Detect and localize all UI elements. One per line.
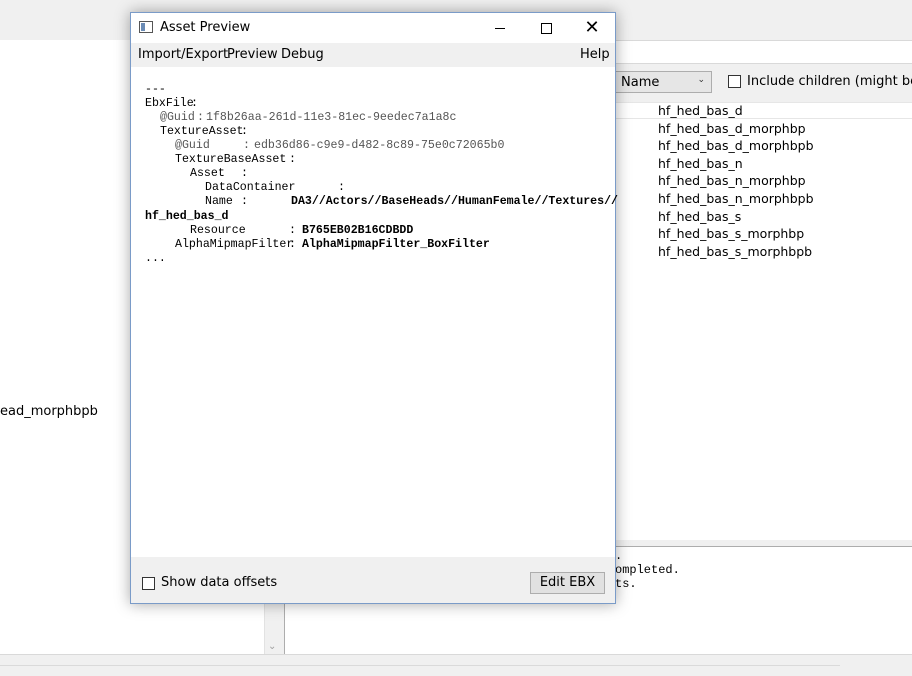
colon: : [241, 125, 248, 138]
menu-import-export[interactable]: Import/Export [138, 47, 228, 62]
asset-list-item[interactable]: hf_hed_bas_s_morphbp [658, 226, 804, 241]
menu-help[interactable]: Help [580, 47, 610, 62]
show-data-offsets-checkbox[interactable] [142, 577, 155, 590]
alpha-mipmap-filter-value: AlphaMipmapFilter_BoxFilter [302, 238, 490, 251]
search-bar-strip[interactable] [612, 40, 912, 64]
colon: : [289, 224, 296, 237]
log-line: ts. [615, 577, 637, 591]
yaml-start-marker: --- [145, 83, 166, 96]
include-children-checkbox[interactable] [728, 75, 741, 88]
colon: : [243, 139, 250, 152]
dialog-footer: Show data offsets Edit EBX [131, 557, 615, 603]
sort-select-value: Name [621, 75, 660, 90]
resource-value: B765EB02B16CDBDD [302, 224, 414, 237]
asset-list: hf_hed_bas_d hf_hed_bas_d_morphbp hf_hed… [612, 102, 912, 540]
asset-preview-dialog: Asset Preview ✕ Import/Export Preview De… [130, 12, 618, 604]
asset-list-item[interactable]: hf_hed_bas_n [658, 156, 743, 171]
ebx-guid-key: @Guid [160, 111, 195, 124]
ebxfile-key: EbxFile [145, 97, 194, 110]
edit-ebx-button[interactable]: Edit EBX [530, 572, 605, 594]
asset-list-item[interactable]: hf_hed_bas_s [658, 209, 741, 224]
name-value-continued: hf_hed_bas_d [145, 210, 229, 223]
status-bar-divider [0, 665, 840, 666]
close-button[interactable]: ✕ [569, 13, 615, 43]
dialog-titlebar[interactable]: Asset Preview ✕ [131, 13, 615, 43]
colon: : [338, 181, 345, 194]
colon: : [191, 97, 198, 110]
maximize-button[interactable] [523, 13, 569, 43]
asset-list-item[interactable]: hf_hed_bas_s_morphbpb [658, 244, 812, 259]
colon: : [289, 238, 296, 251]
sort-select[interactable]: Name ⌄ [612, 71, 712, 93]
log-line: . [615, 549, 623, 563]
asset-list-item[interactable]: hf_hed_bas_d [612, 102, 912, 119]
include-children-label: Include children (might be slow [747, 74, 912, 89]
maximize-icon [540, 23, 552, 34]
name-value: DA3//Actors//BaseHeads//HumanFemale//Tex… [291, 195, 618, 208]
texture-asset-guid-key: @Guid [175, 139, 210, 152]
log-line: ompleted. [615, 563, 680, 577]
resource-key: Resource [190, 224, 246, 237]
asset-list-item[interactable]: hf_hed_bas_n_morphbpb [658, 191, 814, 206]
minimize-button[interactable] [477, 13, 523, 43]
colon: : [241, 167, 248, 180]
menu-debug[interactable]: Debug [281, 47, 324, 62]
colon: : [197, 111, 204, 124]
alpha-mipmap-filter-key: AlphaMipmapFilter [175, 238, 294, 251]
data-container-key: DataContainer [205, 181, 296, 194]
texture-asset-guid-value: edb36d86-c9e9-d482-8c89-75e0c72065b0 [254, 139, 505, 152]
minimize-icon [495, 28, 505, 29]
colon: : [289, 153, 296, 166]
window-app-icon [139, 21, 153, 33]
asset-list-item[interactable]: hf_hed_bas_d_morphbp [658, 121, 806, 136]
chevron-down-icon: ⌄ [697, 75, 705, 85]
asset-preview-text[interactable]: --- EbxFile : @Guid : 1f8b26aa-261d-11e3… [131, 67, 618, 557]
asset-list-item[interactable]: hf_hed_bas_d_morphbpb [658, 138, 814, 153]
colon: : [241, 195, 248, 208]
asset-list-item[interactable]: hf_hed_bas_n_morphbp [658, 173, 806, 188]
yaml-end-marker: ... [145, 252, 166, 265]
scroll-down-arrow-icon[interactable]: ⌄ [268, 641, 276, 652]
texture-asset-key: TextureAsset [160, 125, 244, 138]
close-icon: ✕ [584, 17, 600, 38]
dialog-title: Asset Preview [160, 20, 251, 35]
show-data-offsets-label: Show data offsets [161, 575, 278, 590]
ebx-guid-value: 1f8b26aa-261d-11e3-81ec-9eedec7a1a8c [206, 111, 457, 124]
name-key: Name [205, 195, 233, 208]
left-tree-item[interactable]: ead_morphbpb [0, 404, 98, 419]
asset-key: Asset [190, 167, 225, 180]
texture-base-asset-key: TextureBaseAsset [175, 153, 287, 166]
status-bar [0, 654, 912, 676]
menu-preview[interactable]: Preview [227, 47, 278, 62]
dialog-menubar: Import/Export Preview Debug Help [131, 43, 615, 67]
